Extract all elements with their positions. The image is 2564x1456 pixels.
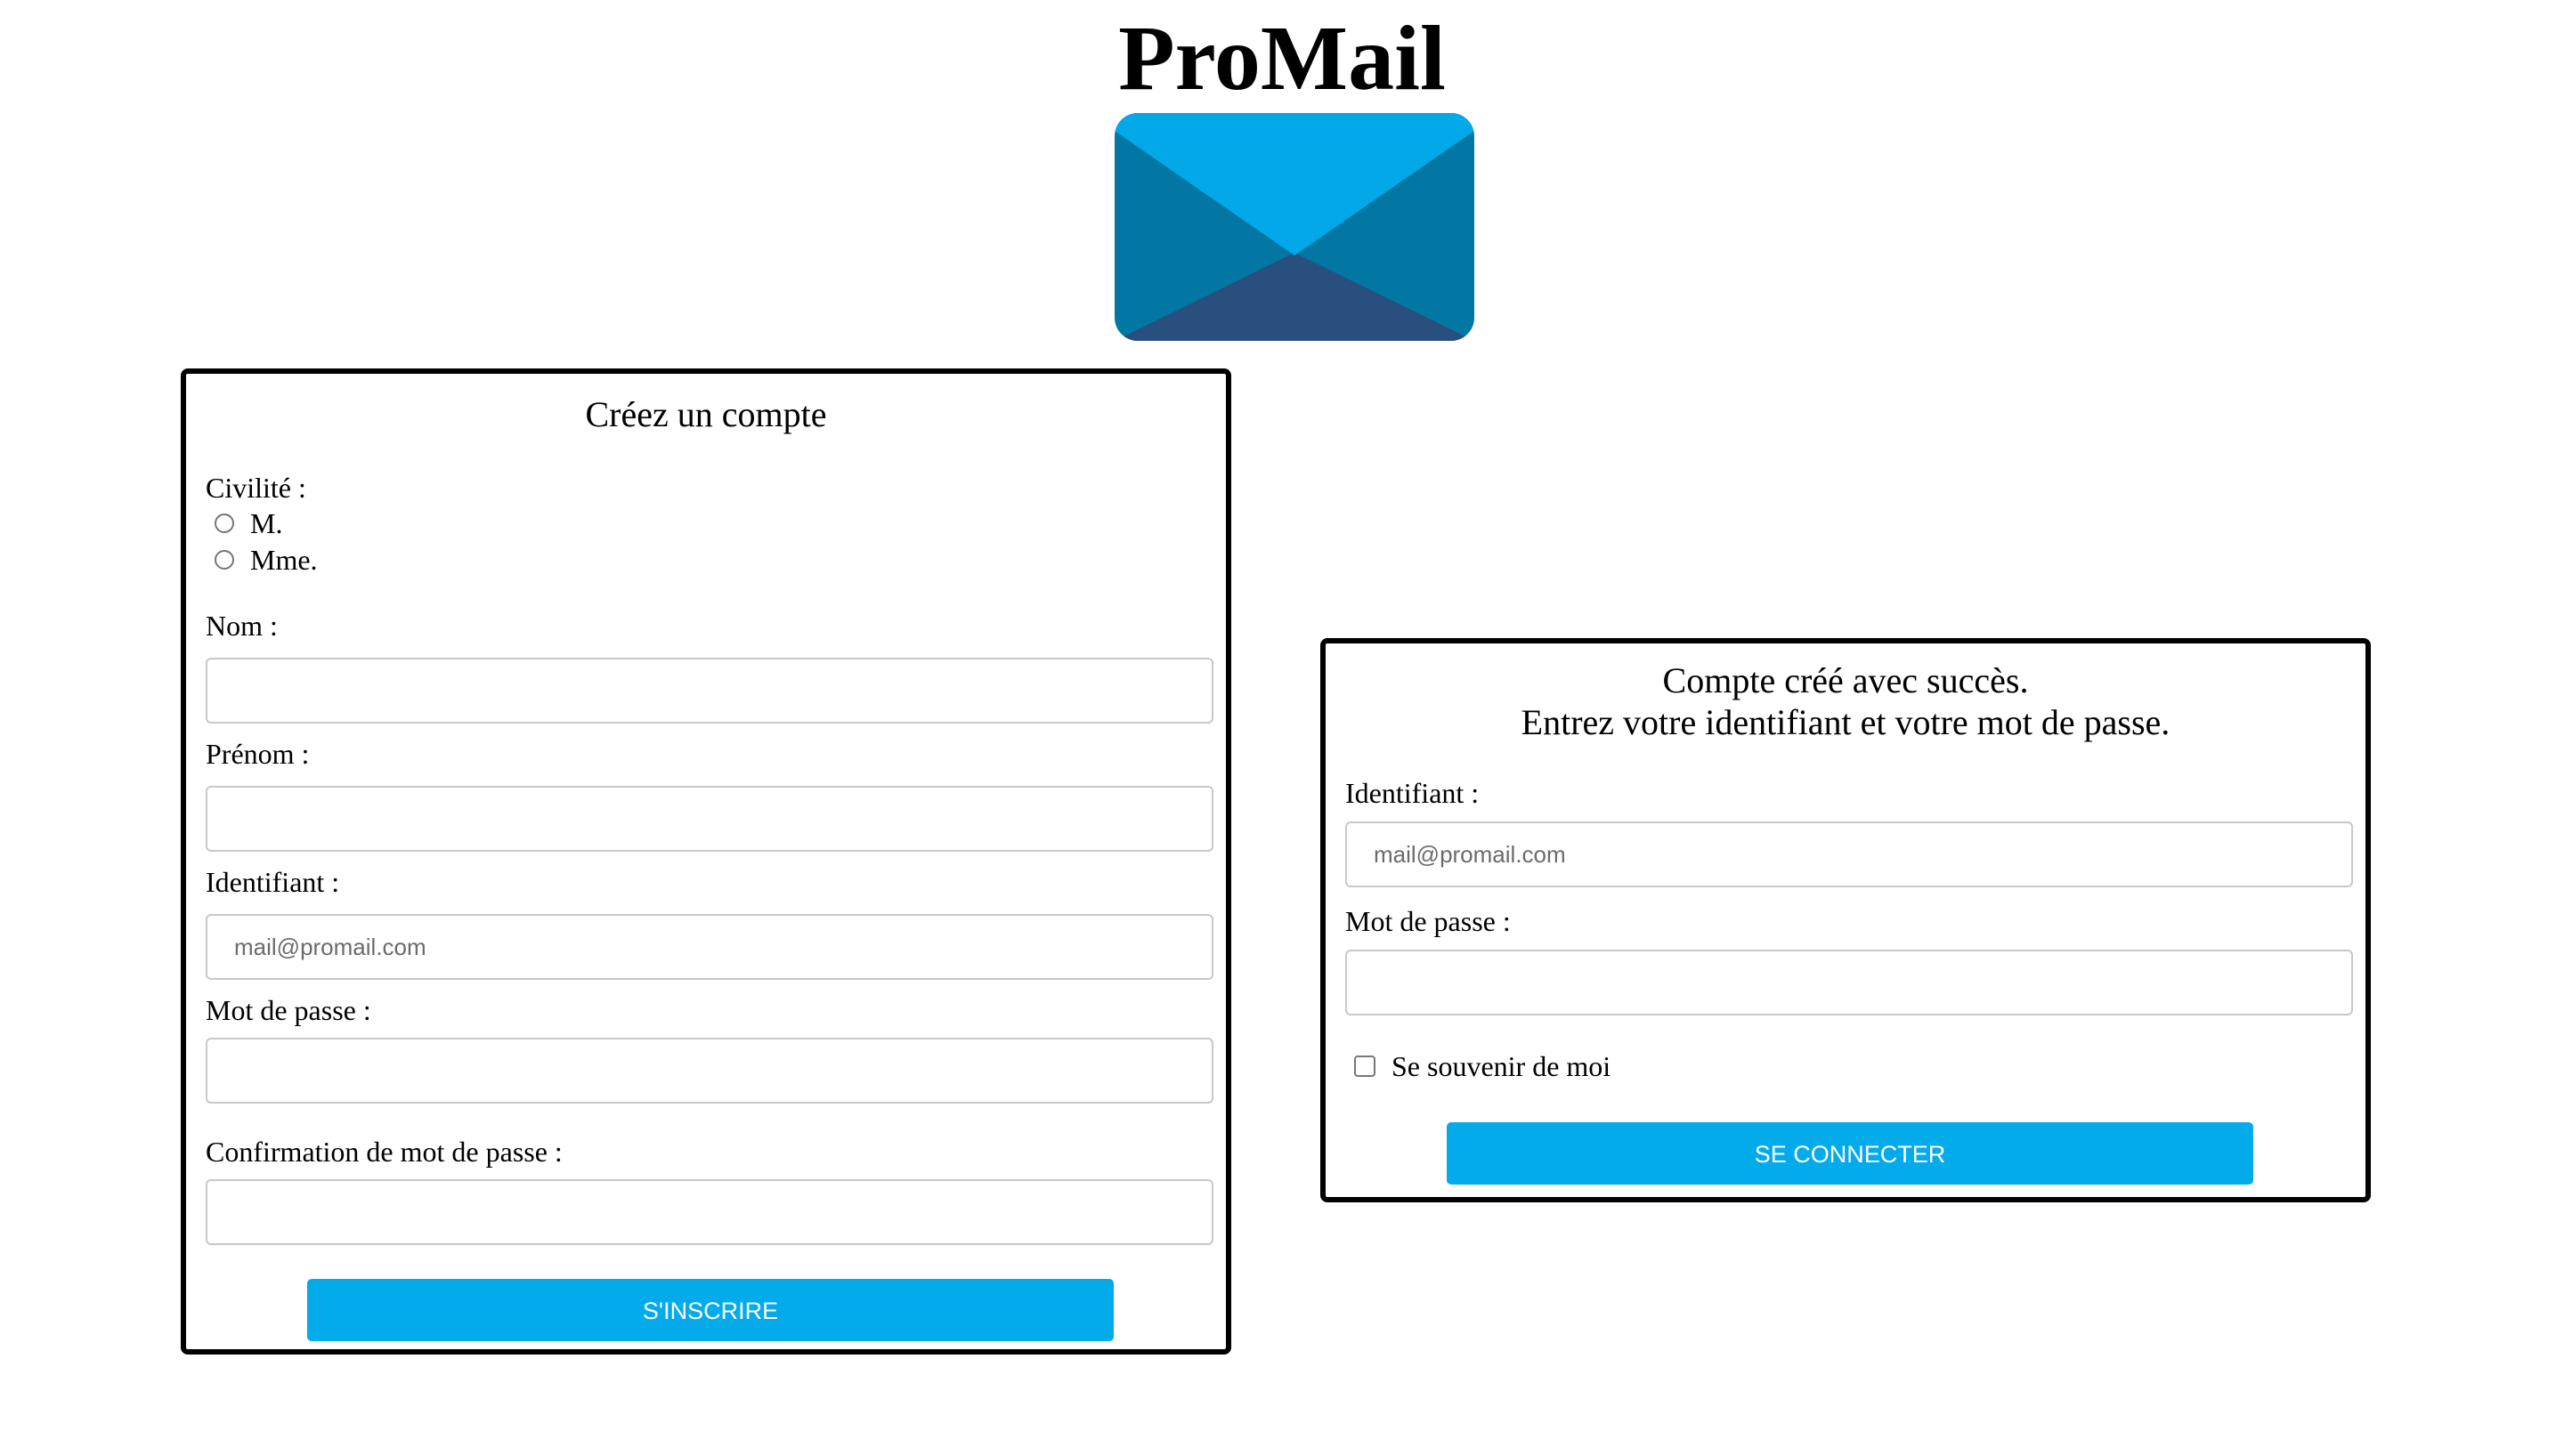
login-button[interactable]: Se connecter xyxy=(1447,1122,2253,1185)
app-title: ProMail xyxy=(1118,7,1446,109)
signup-username-input[interactable] xyxy=(206,914,1213,980)
login-password-input[interactable] xyxy=(1345,950,2353,1015)
signup-username-label: Identifiant : xyxy=(206,866,340,898)
login-username-label: Identifiant : xyxy=(1345,777,1480,809)
first-name-label: Prénom : xyxy=(206,738,310,770)
confirm-password-label: Confirmation de mot de passe : xyxy=(206,1136,563,1168)
remember-me-checkbox[interactable] xyxy=(1354,1056,1375,1077)
signup-password-input[interactable] xyxy=(206,1038,1213,1104)
login-password-label: Mot de passe : xyxy=(1345,905,1511,937)
signup-button[interactable]: S'inscrire xyxy=(307,1279,1114,1341)
radio-mme-label: Mme. xyxy=(250,544,318,576)
confirm-password-input[interactable] xyxy=(206,1179,1213,1245)
civility-option-mme[interactable]: Mme. xyxy=(206,542,318,578)
radio-m-label: M. xyxy=(250,507,283,539)
remember-me-label: Se souvenir de moi xyxy=(1392,1050,1611,1082)
last-name-input[interactable] xyxy=(206,658,1213,724)
civility-option-m[interactable]: M. xyxy=(206,506,282,541)
signup-password-label: Mot de passe : xyxy=(206,994,371,1026)
civility-label: Civilité : xyxy=(206,472,306,504)
signup-panel: Créez un compte Civilité : M. Mme. Nom :… xyxy=(181,368,1231,1355)
envelope-icon xyxy=(1115,113,1474,341)
radio-mme[interactable] xyxy=(215,550,234,570)
signup-title: Créez un compte xyxy=(585,394,827,434)
first-name-input[interactable] xyxy=(206,786,1213,852)
login-username-input[interactable] xyxy=(1345,821,2353,887)
login-panel: Compte créé avec succès. Entrez votre id… xyxy=(1320,638,2371,1202)
last-name-label: Nom : xyxy=(206,610,278,642)
radio-m[interactable] xyxy=(215,514,234,533)
login-instructions: Entrez votre identifiant et votre mot de… xyxy=(1521,702,2170,742)
remember-me[interactable]: Se souvenir de moi xyxy=(1345,1048,1611,1084)
login-success-message: Compte créé avec succès. xyxy=(1662,660,2029,700)
